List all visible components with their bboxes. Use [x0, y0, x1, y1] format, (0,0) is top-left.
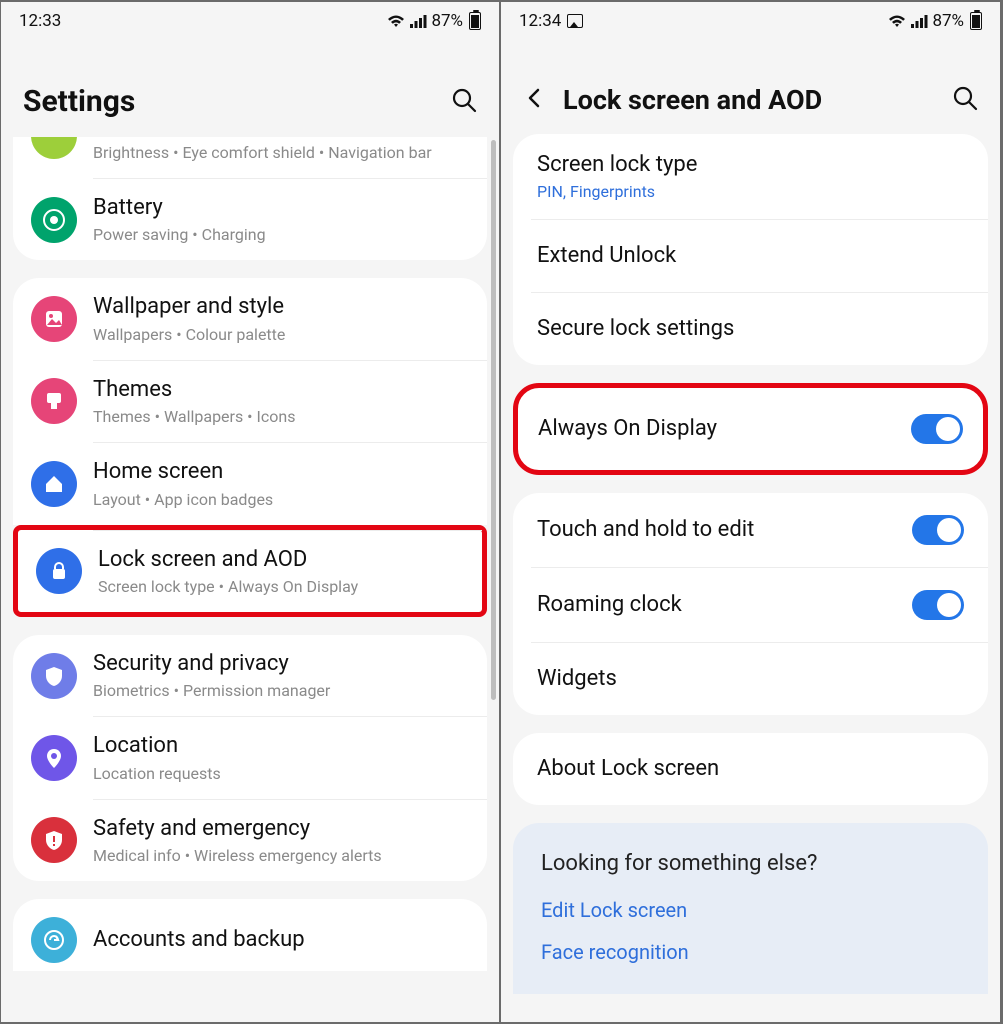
battery-circle-icon — [31, 197, 77, 243]
status-bar: 12:34 87% — [501, 2, 1000, 40]
row-subtitle: Screen lock type • Always On Display — [98, 577, 464, 596]
search-icon[interactable] — [451, 87, 477, 117]
page-title: Settings — [23, 84, 451, 119]
row-title: Secure lock settings — [537, 316, 964, 342]
toggle-aod[interactable] — [911, 414, 963, 444]
row-subtitle: Medical info • Wireless emergency alerts — [93, 846, 469, 865]
location-pin-icon — [31, 735, 77, 781]
row-lock-screen-aod[interactable]: Lock screen and AOD Screen lock type • A… — [18, 531, 482, 612]
row-title: About Lock screen — [537, 756, 964, 782]
row-accounts-backup[interactable]: Accounts and backup — [13, 899, 487, 971]
row-title: Wallpaper and style — [93, 294, 469, 320]
row-safety-emergency[interactable]: Safety and emergency Medical info • Wire… — [13, 800, 487, 881]
row-title: Battery — [93, 195, 469, 221]
row-subtitle: Layout • App icon badges — [93, 490, 469, 509]
row-title: Always On Display — [538, 416, 911, 442]
scrollbar[interactable] — [491, 140, 496, 700]
row-subtitle: Location requests — [93, 764, 469, 783]
card-accounts-partial: Accounts and backup — [13, 899, 487, 971]
display-icon — [31, 137, 77, 159]
signal-icon — [910, 14, 928, 28]
row-title: Widgets — [537, 666, 964, 692]
card-personalization: Wallpaper and style Wallpapers • Colour … — [13, 278, 487, 524]
row-title: Extend Unlock — [537, 243, 964, 269]
row-title: Themes — [93, 377, 469, 403]
row-home-screen[interactable]: Home screen Layout • App icon badges — [13, 443, 487, 524]
lock-icon — [36, 548, 82, 594]
wifi-icon — [387, 14, 405, 28]
battery-icon — [469, 12, 481, 30]
row-roaming-clock[interactable]: Roaming clock — [513, 568, 988, 642]
phone-right: 12:34 87% Lock screen and AOD Screen loc… — [501, 2, 1000, 1022]
card-about: About Lock screen — [513, 733, 988, 805]
battery-icon — [970, 12, 982, 30]
status-time: 12:33 — [19, 11, 61, 31]
lock-screen-header: Lock screen and AOD — [501, 40, 1000, 134]
wifi-icon — [888, 14, 906, 28]
row-title: Lock screen and AOD — [98, 547, 464, 573]
row-about-lock-screen[interactable]: About Lock screen — [513, 733, 988, 805]
row-subtitle: PIN, Fingerprints — [537, 182, 964, 201]
row-title: Location — [93, 733, 469, 759]
row-title: Accounts and backup — [93, 927, 469, 953]
row-battery[interactable]: Battery Power saving • Charging — [13, 179, 487, 260]
search-icon[interactable] — [952, 85, 978, 115]
card-display-partial: Brightness • Eye comfort shield • Naviga… — [13, 137, 487, 260]
card-lock-extras: Touch and hold to edit Roaming clock Wid… — [513, 493, 988, 715]
status-battery-pct: 87% — [431, 11, 463, 31]
row-screen-lock-type[interactable]: Screen lock type PIN, Fingerprints — [513, 134, 988, 219]
row-title: Security and privacy — [93, 651, 469, 677]
row-subtitle: Themes • Wallpapers • Icons — [93, 407, 469, 426]
row-security-privacy[interactable]: Security and privacy Biometrics • Permis… — [13, 635, 487, 716]
row-title: Safety and emergency — [93, 816, 469, 842]
link-face-recognition[interactable]: Face recognition — [541, 940, 960, 964]
highlight-aod: Always On Display — [513, 383, 988, 475]
row-touch-hold-edit[interactable]: Touch and hold to edit — [513, 493, 988, 567]
looking-for-title: Looking for something else? — [541, 851, 960, 876]
picture-icon — [567, 14, 583, 28]
card-lock-basics: Screen lock type PIN, Fingerprints Exten… — [513, 134, 988, 365]
row-secure-lock-settings[interactable]: Secure lock settings — [513, 293, 988, 365]
toggle-touch-hold[interactable] — [912, 515, 964, 545]
row-location[interactable]: Location Location requests — [13, 717, 487, 798]
row-title: Touch and hold to edit — [537, 517, 912, 543]
row-wallpaper[interactable]: Wallpaper and style Wallpapers • Colour … — [13, 278, 487, 359]
back-icon[interactable] — [523, 86, 547, 114]
home-icon — [31, 461, 77, 507]
row-themes[interactable]: Themes Themes • Wallpapers • Icons — [13, 361, 487, 442]
phone-left: 12:33 87% Settings Brightness • Eye comf… — [1, 2, 499, 1022]
looking-for-section: Looking for something else? Edit Lock sc… — [513, 823, 988, 994]
wallpaper-icon — [31, 296, 77, 342]
row-extend-unlock[interactable]: Extend Unlock — [513, 220, 988, 292]
themes-icon — [31, 378, 77, 424]
card-security: Security and privacy Biometrics • Permis… — [13, 635, 487, 881]
row-title: Screen lock type — [537, 152, 964, 178]
row-subtitle: Biometrics • Permission manager — [93, 681, 469, 700]
accounts-icon — [31, 917, 77, 963]
display-subtitle: Brightness • Eye comfort shield • Naviga… — [93, 143, 469, 162]
toggle-roaming-clock[interactable] — [912, 590, 964, 620]
settings-header: Settings — [1, 40, 499, 137]
link-edit-lock-screen[interactable]: Edit Lock screen — [541, 898, 960, 922]
row-subtitle: Wallpapers • Colour palette — [93, 325, 469, 344]
status-bar: 12:33 87% — [1, 2, 499, 40]
status-time: 12:34 — [519, 11, 561, 31]
row-subtitle: Power saving • Charging — [93, 225, 469, 244]
signal-icon — [409, 14, 427, 28]
emergency-icon — [31, 817, 77, 863]
row-always-on-display[interactable]: Always On Display — [518, 392, 983, 466]
highlight-lock-screen: Lock screen and AOD Screen lock type • A… — [13, 525, 487, 617]
status-battery-pct: 87% — [932, 11, 964, 31]
row-widgets[interactable]: Widgets — [513, 643, 988, 715]
row-title: Roaming clock — [537, 592, 912, 618]
page-title: Lock screen and AOD — [563, 84, 952, 116]
row-title: Home screen — [93, 459, 469, 485]
shield-icon — [31, 653, 77, 699]
